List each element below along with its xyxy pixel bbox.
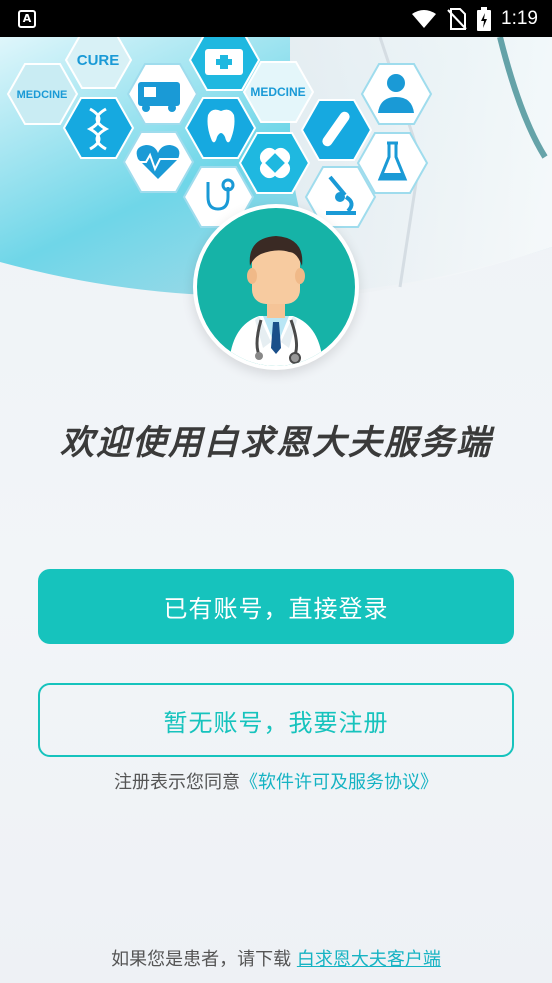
patient-download-hint: 如果您是患者，请下载 白求恩大夫客户端 (0, 945, 552, 971)
welcome-title: 欢迎使用白求恩大夫服务端 (60, 423, 492, 463)
agreement-text: 注册表示您同意《软件许可及服务协议》 (0, 768, 552, 794)
battery-charging-icon (477, 6, 492, 31)
client-app-download-link[interactable]: 白求恩大夫客户端 (297, 949, 441, 970)
status-bar: A 1:19 (0, 0, 552, 37)
badge-medcine-right: MEDCINE (250, 85, 305, 99)
register-button[interactable]: 暂无账号，我要注册 (38, 683, 514, 757)
agreement-prefix: 注册表示您同意 (114, 772, 240, 793)
app-screen: A 1:19 CURE MEDCINE MEDCINE 欢迎使用白求恩大夫服务端… (0, 0, 552, 983)
login-button-label: 已有账号，直接登录 (163, 595, 389, 623)
login-button[interactable]: 已有账号，直接登录 (38, 569, 514, 644)
app-notification-icon: A (18, 9, 36, 28)
no-sim-icon (447, 7, 467, 30)
doctor-illustration-icon (229, 236, 323, 366)
footer-prefix: 如果您是患者，请下载 (111, 949, 297, 970)
badge-medcine-left: MEDCINE (17, 89, 68, 101)
status-time: 1:19 (501, 7, 538, 29)
register-button-label: 暂无账号，我要注册 (163, 708, 389, 737)
doctor-avatar (193, 204, 359, 370)
badge-cure: CURE (77, 52, 120, 69)
license-agreement-link[interactable]: 《软件许可及服务协议》 (240, 772, 438, 793)
wifi-icon (412, 9, 437, 28)
